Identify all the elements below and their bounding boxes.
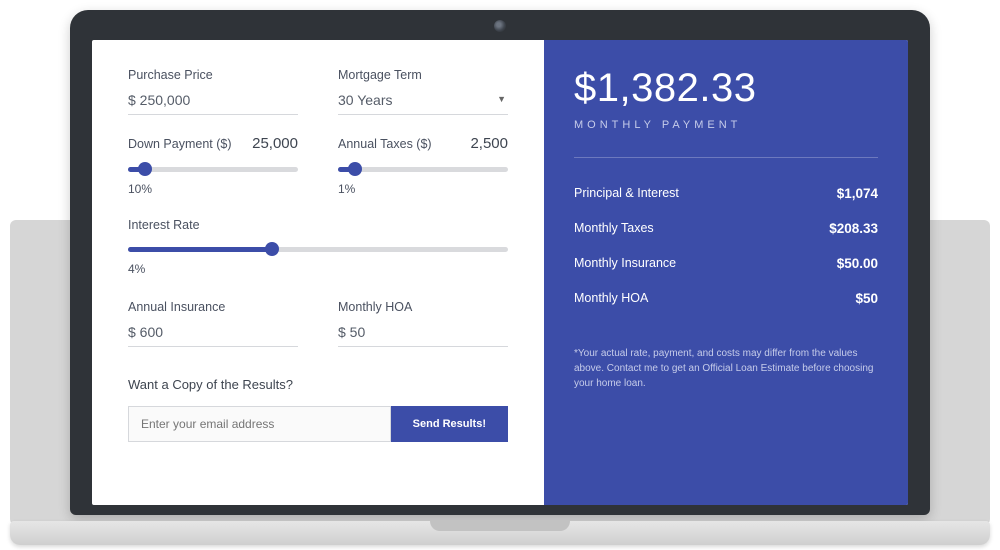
payment-summary: $1,382.33 MONTHLY PAYMENT Principal & In… bbox=[544, 40, 908, 505]
breakdown-row-hoa: Monthly HOA $50 bbox=[574, 281, 878, 316]
camera-icon bbox=[494, 20, 506, 32]
down-payment-slider[interactable] bbox=[128, 162, 298, 176]
email-results-section: Want a Copy of the Results? Send Results… bbox=[128, 377, 508, 442]
purchase-price-input[interactable] bbox=[128, 88, 298, 115]
mortgage-term-field: Mortgage Term ▼ bbox=[338, 68, 508, 115]
breakdown-value: $208.33 bbox=[829, 221, 878, 236]
down-payment-group: Down Payment ($) 25,000 10% bbox=[128, 135, 298, 196]
interest-rate-group: Interest Rate 4% bbox=[128, 218, 508, 276]
interest-rate-label: Interest Rate bbox=[128, 218, 200, 232]
breakdown-label: Monthly Taxes bbox=[574, 221, 654, 236]
annual-taxes-percent: 1% bbox=[338, 182, 508, 196]
annual-taxes-value: 2,500 bbox=[470, 135, 508, 152]
monthly-payment-amount: $1,382.33 bbox=[574, 66, 878, 111]
disclaimer-text: *Your actual rate, payment, and costs ma… bbox=[574, 346, 878, 391]
down-payment-value: 25,000 bbox=[252, 135, 298, 152]
breakdown-label: Monthly HOA bbox=[574, 291, 648, 306]
laptop-notch bbox=[430, 521, 570, 531]
email-results-title: Want a Copy of the Results? bbox=[128, 377, 508, 392]
annual-insurance-input[interactable] bbox=[128, 320, 298, 347]
email-input[interactable] bbox=[128, 406, 391, 442]
breakdown-value: $50 bbox=[855, 291, 878, 306]
breakdown-value: $50.00 bbox=[837, 256, 878, 271]
breakdown-row-insurance: Monthly Insurance $50.00 bbox=[574, 246, 878, 281]
purchase-price-field: Purchase Price bbox=[128, 68, 298, 115]
laptop-base bbox=[10, 521, 990, 545]
laptop-frame: Purchase Price Mortgage Term ▼ bbox=[70, 10, 930, 515]
interest-rate-slider[interactable] bbox=[128, 242, 508, 256]
annual-insurance-field: Annual Insurance bbox=[128, 300, 298, 347]
annual-insurance-label: Annual Insurance bbox=[128, 300, 298, 314]
app-screen: Purchase Price Mortgage Term ▼ bbox=[92, 40, 908, 505]
interest-rate-percent: 4% bbox=[128, 262, 508, 276]
divider bbox=[574, 157, 878, 158]
calculator-form: Purchase Price Mortgage Term ▼ bbox=[92, 40, 544, 505]
breakdown-row-taxes: Monthly Taxes $208.33 bbox=[574, 211, 878, 246]
annual-taxes-slider[interactable] bbox=[338, 162, 508, 176]
monthly-hoa-field: Monthly HOA bbox=[338, 300, 508, 347]
mortgage-term-label: Mortgage Term bbox=[338, 68, 508, 82]
monthly-hoa-input[interactable] bbox=[338, 320, 508, 347]
breakdown-value: $1,074 bbox=[837, 186, 878, 201]
breakdown-label: Monthly Insurance bbox=[574, 256, 676, 271]
purchase-price-label: Purchase Price bbox=[128, 68, 298, 82]
mortgage-term-select[interactable] bbox=[338, 88, 508, 115]
down-payment-percent: 10% bbox=[128, 182, 298, 196]
send-results-button[interactable]: Send Results! bbox=[391, 406, 508, 442]
breakdown-row-principal: Principal & Interest $1,074 bbox=[574, 176, 878, 211]
down-payment-label: Down Payment ($) bbox=[128, 137, 232, 151]
annual-taxes-label: Annual Taxes ($) bbox=[338, 137, 432, 151]
annual-taxes-group: Annual Taxes ($) 2,500 1% bbox=[338, 135, 508, 196]
monthly-hoa-label: Monthly HOA bbox=[338, 300, 508, 314]
monthly-payment-label: MONTHLY PAYMENT bbox=[574, 119, 878, 131]
breakdown-label: Principal & Interest bbox=[574, 186, 679, 201]
